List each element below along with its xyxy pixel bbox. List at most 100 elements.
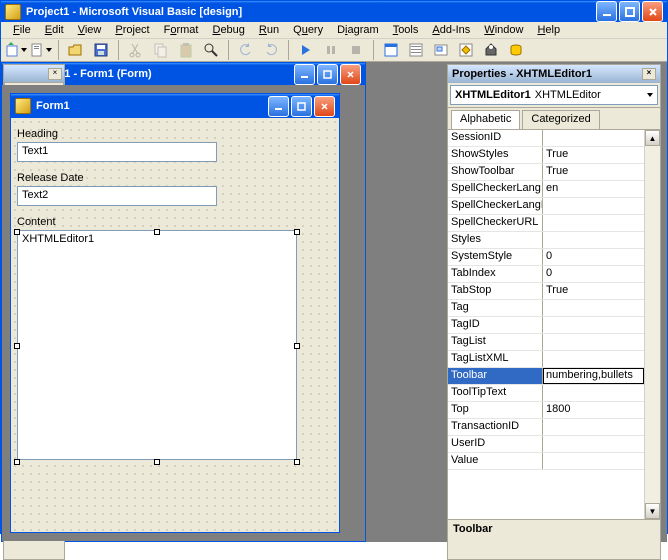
properties-header[interactable]: Properties - XHTMLEditor1 × — [448, 65, 660, 83]
resize-handle-icon[interactable] — [294, 343, 300, 349]
property-value[interactable]: 1800 — [543, 402, 644, 418]
property-row[interactable]: SessionID — [448, 130, 644, 147]
property-row[interactable]: SystemStyle0 — [448, 249, 644, 266]
toolbox-close-icon[interactable]: × — [48, 68, 62, 80]
label-release-date[interactable]: Release Date — [17, 172, 333, 184]
property-row[interactable]: TagID — [448, 317, 644, 334]
resize-handle-icon[interactable] — [14, 459, 20, 465]
menu-diagram[interactable]: Diagram — [331, 22, 385, 38]
property-row[interactable]: ToolTipText — [448, 385, 644, 402]
scroll-down-icon[interactable]: ▼ — [645, 503, 660, 519]
property-row[interactable]: TagList — [448, 334, 644, 351]
scroll-up-icon[interactable]: ▲ — [645, 130, 660, 146]
textbox-heading[interactable]: Text1 — [17, 142, 217, 162]
property-value[interactable] — [543, 351, 644, 367]
menu-edit[interactable]: Edit — [39, 22, 70, 38]
resize-handle-icon[interactable] — [154, 459, 160, 465]
property-row[interactable]: TransactionID — [448, 419, 644, 436]
main-titlebar[interactable]: Project1 - Microsoft Visual Basic [desig… — [1, 1, 667, 22]
redo-button[interactable] — [260, 39, 282, 61]
tab-categorized[interactable]: Categorized — [522, 110, 599, 129]
menu-run[interactable]: Run — [253, 22, 285, 38]
property-value[interactable] — [543, 419, 644, 435]
undo-button[interactable] — [235, 39, 257, 61]
maximize-button[interactable] — [619, 1, 640, 22]
property-row[interactable]: ShowStylesTrue — [448, 147, 644, 164]
menu-query[interactable]: Query — [287, 22, 329, 38]
open-button[interactable] — [65, 39, 87, 61]
property-value[interactable] — [543, 300, 644, 316]
property-row[interactable]: SpellCheckerLangF — [448, 198, 644, 215]
close-button[interactable] — [642, 1, 663, 22]
resize-handle-icon[interactable] — [154, 229, 160, 235]
menu-project[interactable]: Project — [109, 22, 155, 38]
xhtml-editor-control[interactable]: XHTMLEditor1 — [17, 230, 297, 460]
toolbox-button[interactable] — [480, 39, 502, 61]
menu-help[interactable]: Help — [531, 22, 566, 38]
mdi-close-button[interactable] — [340, 64, 361, 85]
label-heading[interactable]: Heading — [17, 128, 333, 140]
menu-file[interactable]: File — [7, 22, 37, 38]
property-value[interactable] — [543, 385, 644, 401]
paste-button[interactable] — [175, 39, 197, 61]
property-row[interactable]: UserID — [448, 436, 644, 453]
property-value[interactable]: numbering,bullets — [543, 368, 644, 384]
property-value[interactable] — [543, 453, 644, 469]
property-row[interactable]: ShowToolbarTrue — [448, 164, 644, 181]
menu-addins[interactable]: Add-Ins — [426, 22, 476, 38]
property-row[interactable]: Toolbarnumbering,bullets — [448, 368, 644, 385]
end-button[interactable] — [345, 39, 367, 61]
property-row[interactable]: Top1800 — [448, 402, 644, 419]
form1-maximize-button[interactable] — [291, 96, 312, 117]
form1[interactable]: Form1 Heading Text1 Release Date Text2 C… — [10, 93, 340, 533]
menu-debug[interactable]: Debug — [206, 22, 250, 38]
mdi-maximize-button[interactable] — [317, 64, 338, 85]
property-row[interactable]: TabStopTrue — [448, 283, 644, 300]
property-value[interactable] — [543, 317, 644, 333]
resize-handle-icon[interactable] — [14, 229, 20, 235]
properties-button[interactable] — [405, 39, 427, 61]
object-selector[interactable]: XHTMLEditor1 XHTMLEditor — [450, 85, 658, 105]
tab-alphabetic[interactable]: Alphabetic — [451, 110, 520, 129]
property-value[interactable]: 0 — [543, 266, 644, 282]
object-browser-button[interactable] — [455, 39, 477, 61]
property-row[interactable]: SpellCheckerURL — [448, 215, 644, 232]
resize-handle-icon[interactable] — [294, 229, 300, 235]
find-button[interactable] — [200, 39, 222, 61]
form1-close-button[interactable] — [314, 96, 335, 117]
break-button[interactable] — [320, 39, 342, 61]
property-value[interactable] — [543, 198, 644, 214]
property-value[interactable]: 0 — [543, 249, 644, 265]
property-value[interactable]: en — [543, 181, 644, 197]
property-value[interactable]: True — [543, 283, 644, 299]
property-row[interactable]: TagListXML — [448, 351, 644, 368]
properties-scrollbar[interactable]: ▲ ▼ — [644, 130, 660, 519]
resize-handle-icon[interactable] — [294, 459, 300, 465]
property-value[interactable] — [543, 215, 644, 231]
property-row[interactable]: TabIndex0 — [448, 266, 644, 283]
toolbox-header[interactable]: × — [4, 65, 64, 83]
menu-view[interactable]: View — [72, 22, 108, 38]
data-view-button[interactable] — [505, 39, 527, 61]
property-row[interactable]: Styles — [448, 232, 644, 249]
label-content[interactable]: Content — [17, 216, 333, 228]
property-value[interactable] — [543, 130, 644, 146]
save-button[interactable] — [90, 39, 112, 61]
form-layout-button[interactable] — [430, 39, 452, 61]
scroll-track[interactable] — [645, 146, 660, 503]
add-project-button[interactable] — [5, 39, 27, 61]
properties-close-icon[interactable]: × — [642, 68, 656, 80]
property-row[interactable]: SpellCheckerLangen — [448, 181, 644, 198]
property-value[interactable]: True — [543, 147, 644, 163]
property-row[interactable]: Value — [448, 453, 644, 470]
menu-tools[interactable]: Tools — [387, 22, 425, 38]
form1-minimize-button[interactable] — [268, 96, 289, 117]
copy-button[interactable] — [150, 39, 172, 61]
mdi-minimize-button[interactable] — [294, 64, 315, 85]
property-grid[interactable]: SessionIDShowStylesTrueShowToolbarTrueSp… — [448, 130, 644, 519]
resize-handle-icon[interactable] — [14, 343, 20, 349]
property-value[interactable]: True — [543, 164, 644, 180]
menu-window[interactable]: Window — [478, 22, 529, 38]
cut-button[interactable] — [125, 39, 147, 61]
start-button[interactable] — [295, 39, 317, 61]
